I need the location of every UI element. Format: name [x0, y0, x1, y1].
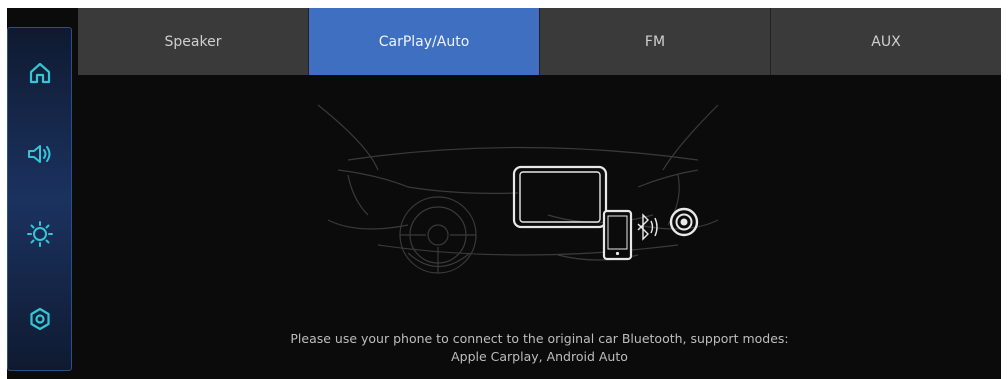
dashboard-outline — [317, 104, 719, 274]
settings-hex-icon — [29, 307, 50, 331]
speaker-icon — [669, 207, 699, 237]
sidebar-item-brightness[interactable] — [8, 209, 71, 259]
instructions-line-1: Please use your phone to connect to the … — [290, 331, 789, 346]
speaker-volume-icon — [27, 145, 50, 163]
sidebar-item-settings[interactable] — [8, 294, 71, 344]
sidebar-item-volume[interactable] — [8, 129, 71, 179]
tab-label: FM — [644, 33, 666, 50]
sidebar-item-home[interactable] — [8, 48, 71, 98]
connection-instructions: Please use your phone to connect to the … — [78, 330, 1001, 366]
carplay-content-panel: Please use your phone to connect to the … — [78, 75, 1001, 379]
home-icon — [29, 62, 50, 84]
tab-aux[interactable]: AUX — [771, 8, 1001, 75]
tab-speaker[interactable]: Speaker — [78, 8, 309, 75]
tab-label: AUX — [871, 33, 901, 50]
tab-label: CarPlay/Auto — [378, 33, 470, 50]
car-connection-illustration — [317, 104, 719, 274]
tab-carplay-auto[interactable]: CarPlay/Auto — [309, 8, 540, 75]
source-tab-bar: Speaker CarPlay/Auto FM AUX — [78, 8, 1001, 75]
tab-fm[interactable]: FM — [540, 8, 771, 75]
instructions-line-2: Apple Carplay, Android Auto — [451, 349, 628, 364]
sidebar — [7, 27, 72, 371]
brightness-sun-icon — [26, 221, 53, 247]
phone-icon — [602, 209, 633, 261]
tab-label: Speaker — [164, 33, 222, 50]
